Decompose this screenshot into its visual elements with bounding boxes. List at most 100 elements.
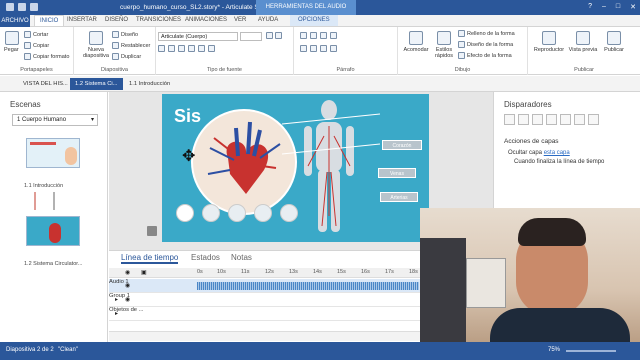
grow-font-icon[interactable]	[266, 32, 273, 39]
organ-icon-2[interactable]	[202, 204, 220, 222]
tab-design[interactable]: DISEÑO	[105, 17, 128, 23]
organ-icon-4[interactable]	[254, 204, 272, 222]
tab-home[interactable]: INICIO	[34, 15, 65, 26]
veins-button[interactable]: Venas	[378, 168, 416, 178]
move-up-icon[interactable]	[574, 114, 585, 125]
audio-object-icon[interactable]	[147, 226, 157, 236]
zoom-slider[interactable]	[566, 350, 616, 352]
format-painter-button[interactable]: Copiar formato	[24, 53, 69, 60]
publish-icon	[607, 31, 621, 45]
tab-timeline[interactable]: Línea de tiempo	[121, 253, 179, 264]
paste-button[interactable]: Pegar	[4, 31, 20, 53]
slide-group-label: Diapositiva	[101, 67, 128, 73]
audio-waveform[interactable]	[197, 282, 419, 290]
document-tabs: VISTA DEL HIS... 1.2 Sistema Ci... 1.1 I…	[0, 76, 640, 92]
close-icon[interactable]: ✕	[630, 3, 636, 11]
tab-view[interactable]: VER	[234, 17, 246, 23]
webcam-shelf	[420, 238, 466, 346]
shape-fill-button[interactable]: Relleno de la forma	[458, 30, 515, 37]
help-icon[interactable]: ?	[588, 3, 592, 11]
copy-trigger-icon[interactable]	[532, 114, 543, 125]
tab-file[interactable]: ARCHIVO	[0, 15, 30, 27]
organ-icon-3[interactable]	[228, 204, 246, 222]
underline-icon[interactable]	[178, 45, 185, 52]
save-icon[interactable]	[6, 3, 14, 11]
italic-icon[interactable]	[168, 45, 175, 52]
undo-icon[interactable]	[18, 3, 26, 11]
tick-label: 0s	[197, 269, 203, 275]
duplicate-button[interactable]: Duplicar	[112, 53, 141, 60]
paste-trigger-icon[interactable]	[546, 114, 557, 125]
bold-icon[interactable]	[158, 45, 165, 52]
publish-group: Reproductor Vista previa Publicar Public…	[528, 27, 640, 75]
scissors-icon	[24, 31, 31, 38]
justify-icon[interactable]	[330, 45, 337, 52]
doc-tab-story-view[interactable]: VISTA DEL HIS...	[18, 78, 73, 90]
shape-outline-button[interactable]: Diseño de la forma	[458, 41, 513, 48]
copy-button[interactable]: Copiar	[24, 42, 49, 49]
highlight-icon[interactable]	[208, 45, 215, 52]
visibility-icon[interactable]: ◉	[125, 296, 130, 303]
heart-button[interactable]: Corazón	[382, 140, 422, 150]
tab-states[interactable]: Estados	[191, 253, 220, 262]
tick-label: 17s	[385, 269, 394, 275]
slide-thumbnail-1[interactable]	[26, 138, 80, 168]
trigger-toolbar	[504, 114, 599, 125]
shape-effect-button[interactable]: Efecto de la forma	[458, 52, 512, 59]
new-slide-button[interactable]: Nueva diapositiva	[82, 31, 110, 59]
font-color-icon[interactable]	[198, 45, 205, 52]
quick-styles-button[interactable]: Estilos rápidos	[432, 31, 456, 59]
reset-button[interactable]: Restablecer	[112, 42, 150, 49]
trigger-layer-link[interactable]: esta capa	[544, 150, 570, 156]
organ-icon-1[interactable]	[176, 204, 194, 222]
tab-options[interactable]: OPCIONES	[290, 15, 338, 26]
paragraph-group-label: Párrafo	[336, 67, 355, 73]
preview-button[interactable]: Vista previa	[568, 31, 598, 53]
slide-canvas[interactable]: Sis Corazón Venas Arterias	[162, 94, 429, 242]
redo-icon[interactable]	[30, 3, 38, 11]
numbering-icon[interactable]	[310, 32, 317, 39]
format-painter-label: Copiar formato	[33, 53, 70, 60]
tick-label: 18s	[409, 269, 418, 275]
maximize-icon[interactable]: □	[616, 3, 620, 11]
font-family-select[interactable]: Articulate (Cuerpo)	[158, 32, 238, 41]
player-button[interactable]: Reproductor	[532, 31, 566, 53]
scene-select-value: 1 Cuerpo Humano	[17, 117, 67, 123]
trigger-action-line: Ocultar capa esta capa	[508, 150, 570, 156]
doc-tab-sistema[interactable]: 1.2 Sistema Ci...	[70, 78, 123, 90]
tab-animations[interactable]: ANIMACIONES	[185, 17, 227, 23]
strikethrough-icon[interactable]	[188, 45, 195, 52]
organ-icon-5[interactable]	[280, 204, 298, 222]
align-right-icon[interactable]	[320, 45, 327, 52]
outdent-icon[interactable]	[330, 32, 337, 39]
move-down-icon[interactable]	[588, 114, 599, 125]
tab-insert[interactable]: INSERTAR	[67, 17, 97, 23]
arrange-button[interactable]: Acomodar	[402, 31, 430, 53]
tab-notes[interactable]: Notas	[231, 253, 252, 262]
minimize-icon[interactable]: –	[602, 3, 606, 11]
bullets-icon[interactable]	[300, 32, 307, 39]
tab-help[interactable]: AYUDA	[258, 17, 278, 23]
layout-button[interactable]: Diseño	[112, 31, 138, 38]
delete-trigger-icon[interactable]	[560, 114, 571, 125]
arteries-button[interactable]: Arterias	[380, 192, 418, 202]
lock-icon: ▣	[141, 270, 147, 276]
tab-transitions[interactable]: TRANSICIONES	[136, 17, 181, 23]
visibility-icon[interactable]: ◉	[125, 282, 130, 289]
align-left-icon[interactable]	[300, 45, 307, 52]
cut-button[interactable]: Cortar	[24, 31, 48, 38]
indent-icon[interactable]	[320, 32, 327, 39]
tick-label: 15s	[337, 269, 346, 275]
publish-button[interactable]: Publicar	[600, 31, 628, 53]
font-size-select[interactable]	[240, 32, 262, 41]
new-trigger-icon[interactable]	[504, 114, 515, 125]
edit-trigger-icon[interactable]	[518, 114, 529, 125]
zoom-level[interactable]: 75%	[548, 347, 560, 353]
slide-thumbnail-2[interactable]	[26, 216, 80, 246]
shrink-font-icon[interactable]	[275, 32, 282, 39]
scene-select[interactable]: 1 Cuerpo Humano ▾	[12, 114, 98, 126]
expand-arrow-icon[interactable]: ▸	[115, 310, 118, 317]
doc-tab-introduccion[interactable]: 1.1 Introducción	[124, 78, 175, 90]
expand-arrow-icon[interactable]: ▸	[115, 296, 118, 303]
align-center-icon[interactable]	[310, 45, 317, 52]
